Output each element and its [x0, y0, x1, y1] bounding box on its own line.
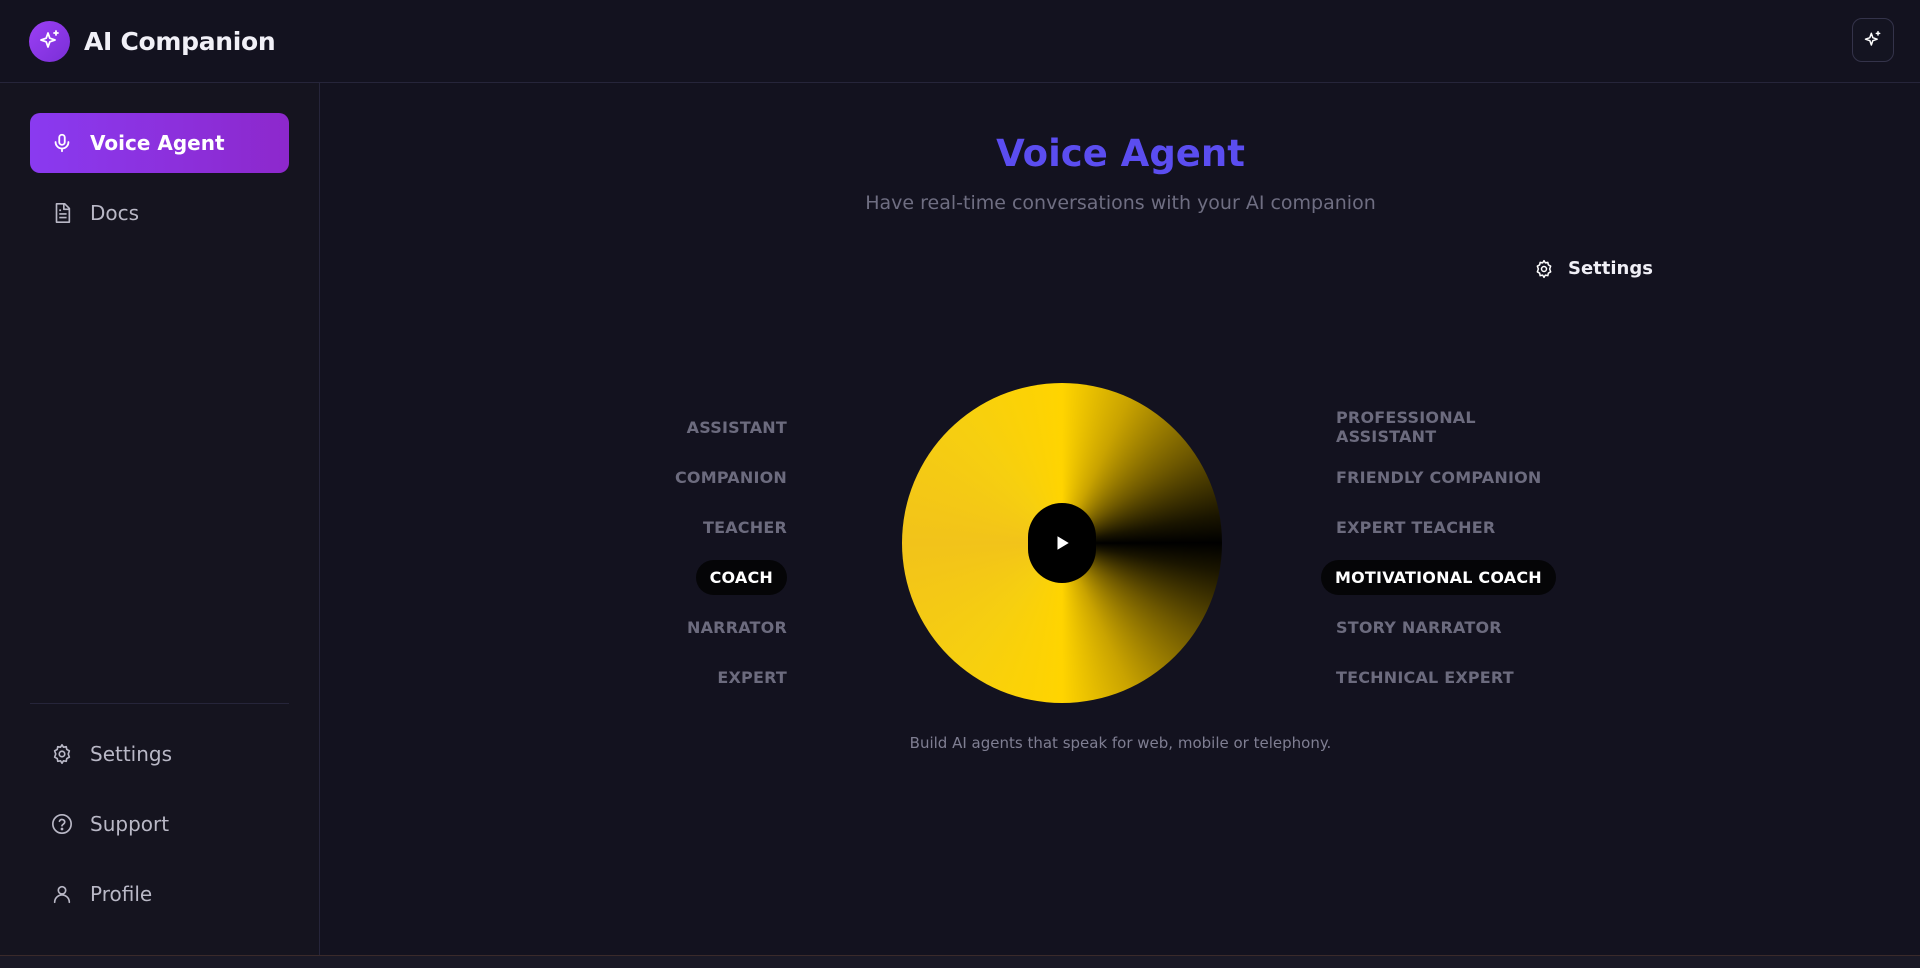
- role-list-short: ASSISTANT COMPANION TEACHER COACH NARRAT…: [661, 402, 801, 702]
- sparkles-icon: [29, 20, 70, 62]
- gear-icon: [50, 742, 74, 766]
- role-option-coach[interactable]: COACH: [661, 552, 801, 602]
- role-option-motivational-coach[interactable]: MOTIVATIONAL COACH: [1321, 552, 1581, 602]
- settings-label: Settings: [1568, 258, 1653, 279]
- bottom-edge: [0, 955, 1920, 968]
- role-option-friendly-companion[interactable]: FRIENDLY COMPANION: [1321, 452, 1581, 502]
- settings-button[interactable]: Settings: [1534, 258, 1653, 279]
- role-option-expert[interactable]: EXPERT: [661, 652, 801, 702]
- sidebar-item-profile[interactable]: Profile: [30, 864, 289, 924]
- sidebar-divider: [30, 703, 289, 704]
- ai-action-button[interactable]: [1852, 18, 1894, 62]
- app-title: AI Companion: [84, 26, 276, 56]
- document-icon: [50, 201, 74, 225]
- role-option-technical-expert[interactable]: TECHNICAL EXPERT: [1321, 652, 1581, 702]
- page-title: Voice Agent: [996, 132, 1245, 175]
- sidebar-item-label: Support: [90, 812, 170, 836]
- sidebar: Voice Agent Docs Settings Support Profil…: [0, 83, 320, 955]
- role-option-narrator[interactable]: NARRATOR: [661, 602, 801, 652]
- role-option-teacher[interactable]: TEACHER: [661, 502, 801, 552]
- microphone-icon: [50, 131, 74, 155]
- help-circle-icon: [50, 812, 74, 836]
- sidebar-item-label: Docs: [90, 201, 140, 225]
- user-icon: [50, 882, 74, 906]
- sidebar-item-settings[interactable]: Settings: [30, 724, 289, 784]
- role-option-companion[interactable]: COMPANION: [661, 452, 801, 502]
- top-bar: AI Companion: [0, 0, 1920, 83]
- main-content: Voice Agent Have real-time conversations…: [321, 84, 1920, 955]
- play-icon: [1053, 534, 1071, 552]
- role-list-long: PROFESSIONAL ASSISTANT FRIENDLY COMPANIO…: [1321, 402, 1581, 702]
- role-option-expert-teacher[interactable]: EXPERT TEACHER: [1321, 502, 1581, 552]
- play-button[interactable]: [1028, 503, 1096, 583]
- sidebar-item-docs[interactable]: Docs: [30, 183, 289, 243]
- role-option-assistant[interactable]: ASSISTANT: [661, 402, 801, 452]
- sparkles-icon: [1863, 30, 1883, 50]
- role-option-professional-assistant[interactable]: PROFESSIONAL ASSISTANT: [1321, 402, 1581, 452]
- gear-icon: [1534, 259, 1554, 279]
- sidebar-item-voice-agent[interactable]: Voice Agent: [30, 113, 289, 173]
- page-subtitle: Have real-time conversations with your A…: [865, 192, 1376, 214]
- sidebar-item-label: Voice Agent: [90, 131, 225, 155]
- sidebar-item-label: Profile: [90, 882, 153, 906]
- role-option-story-narrator[interactable]: STORY NARRATOR: [1321, 602, 1581, 652]
- sidebar-item-label: Settings: [90, 742, 173, 766]
- caption-text: Build AI agents that speak for web, mobi…: [909, 734, 1332, 752]
- sidebar-item-support[interactable]: Support: [30, 794, 289, 854]
